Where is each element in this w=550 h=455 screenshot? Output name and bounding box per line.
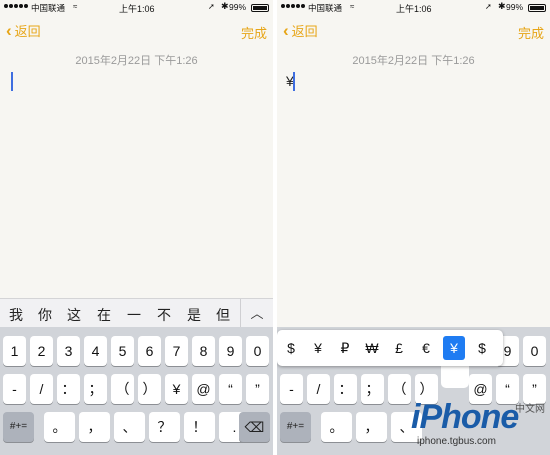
status-bar: 中国联通 ≈ 上午1:06 ➚ ✱ 99% [0, 0, 273, 15]
key-3[interactable]: 3 [57, 336, 80, 366]
back-label: 返回 [291, 24, 318, 39]
key-question[interactable]: ？ [149, 412, 180, 442]
watermark-cn: 中文网 [515, 404, 545, 415]
candidate-word[interactable]: 在 [97, 305, 111, 325]
key-0[interactable]: 0 [523, 336, 546, 366]
nav-bar: ‹ 返回 完成 [0, 18, 273, 44]
right-screen: 中国联通 ≈ 上午1:06 ➚ ✱ 99% ‹ 返回 完成 2015年2月22日… [277, 0, 550, 455]
key-9[interactable]: 9 [219, 336, 242, 366]
symbol-dollar[interactable]: $ [280, 336, 302, 360]
key-slash[interactable]: / [30, 374, 53, 404]
candidate-word[interactable]: 一 [127, 305, 141, 325]
signal-icon [281, 4, 305, 8]
watermark: iPhone 中文网 iphone.tgbus.com [397, 398, 547, 452]
battery-icon [251, 4, 269, 12]
key-colon[interactable]: ： [57, 374, 80, 404]
key-0[interactable]: 0 [246, 336, 269, 366]
candidate-word[interactable]: 这 [67, 305, 81, 325]
battery-percent: 99% [229, 2, 247, 12]
symbol-dollar[interactable]: $ [471, 336, 493, 360]
symbol-yen-selected[interactable]: ¥ [443, 336, 465, 360]
signal-icon [4, 4, 28, 8]
key-6[interactable]: 6 [138, 336, 161, 366]
key-4[interactable]: 4 [84, 336, 107, 366]
symbol-won[interactable]: ₩ [361, 336, 383, 360]
text-cursor [293, 72, 295, 91]
status-time: 上午1:06 [396, 4, 432, 14]
key-period-cn[interactable]: 。 [321, 412, 352, 442]
key-semicolon[interactable]: ； [361, 374, 384, 404]
back-button[interactable]: ‹ 返回 [6, 21, 41, 40]
symbol-mode-key[interactable]: #+= [280, 412, 311, 442]
key-hyphen[interactable]: - [3, 374, 26, 404]
key-slash[interactable]: / [307, 374, 330, 404]
key-at[interactable]: @ [192, 374, 215, 404]
candidate-word[interactable]: 但 [216, 305, 230, 325]
chevron-left-icon: ‹ [6, 21, 12, 40]
key-period-cn[interactable]: 。 [44, 412, 75, 442]
symbol-yen[interactable]: ¥ [307, 336, 329, 360]
candidate-word[interactable]: 你 [38, 305, 52, 325]
key-5[interactable]: 5 [111, 336, 134, 366]
wifi-icon: ≈ [73, 2, 78, 11]
bluetooth-icon: ✱ [498, 1, 506, 11]
status-time: 上午1:06 [119, 4, 155, 14]
candidate-word[interactable]: 我 [9, 305, 23, 325]
key-yen[interactable]: ¥ [165, 374, 188, 404]
currency-popup: $ ¥ ₽ ₩ £ € ¥ $ [277, 330, 503, 366]
done-button[interactable]: 完成 [518, 23, 544, 42]
popup-stem [441, 364, 469, 388]
bluetooth-icon: ✱ [221, 1, 229, 11]
key-comma-cn[interactable]: ， [79, 412, 110, 442]
chevron-left-icon: ‹ [283, 21, 289, 40]
status-bar: 中国联通 ≈ 上午1:06 ➚ ✱ 99% [277, 0, 550, 15]
text-cursor [11, 72, 13, 91]
symbol-pound[interactable]: £ [388, 336, 410, 360]
candidate-bar: 我 你 这 在 一 不 是 但 ︿ [0, 298, 273, 328]
symbol-mode-key[interactable]: #+= [3, 412, 34, 442]
key-8[interactable]: 8 [192, 336, 215, 366]
key-hyphen[interactable]: - [280, 374, 303, 404]
note-date: 2015年2月22日 下午1:26 [352, 55, 475, 67]
key-enum-comma[interactable]: 、 [114, 412, 145, 442]
back-label: 返回 [14, 24, 41, 39]
candidate-word[interactable]: 不 [157, 305, 171, 325]
battery-percent: 99% [506, 2, 524, 12]
expand-candidates-button[interactable]: ︿ [240, 299, 273, 328]
carrier-label: 中国联通 [308, 3, 343, 13]
key-right-quote[interactable]: ” [246, 374, 269, 404]
key-7[interactable]: 7 [165, 336, 188, 366]
battery-icon [528, 4, 546, 12]
key-1[interactable]: 1 [3, 336, 26, 366]
key-right-paren[interactable]: ） [138, 374, 161, 404]
note-date: 2015年2月22日 下午1:26 [75, 55, 198, 67]
done-button[interactable]: 完成 [241, 23, 267, 42]
carrier-label: 中国联通 [31, 3, 66, 13]
symbol-euro[interactable]: € [415, 336, 437, 360]
wifi-icon: ≈ [350, 2, 355, 11]
key-2[interactable]: 2 [30, 336, 53, 366]
key-left-quote[interactable]: “ [219, 374, 242, 404]
key-left-paren[interactable]: （ [111, 374, 134, 404]
location-icon: ➚ [485, 2, 492, 11]
delete-key[interactable]: ⌫ [239, 412, 270, 442]
watermark-url: iphone.tgbus.com [417, 436, 496, 447]
key-comma-cn[interactable]: ， [356, 412, 387, 442]
left-screen: 中国联通 ≈ 上午1:06 ➚ ✱ 99% ‹ 返回 完成 2015年2月22日… [0, 0, 273, 455]
key-colon[interactable]: ： [334, 374, 357, 404]
back-button[interactable]: ‹ 返回 [283, 21, 318, 40]
nav-bar: ‹ 返回 完成 [277, 18, 550, 44]
watermark-logo: iPhone [411, 398, 519, 436]
candidate-word[interactable]: 是 [187, 305, 201, 325]
symbol-ruble[interactable]: ₽ [334, 336, 356, 360]
key-semicolon[interactable]: ； [84, 374, 107, 404]
location-icon: ➚ [208, 2, 215, 11]
keyboard: 1 2 3 4 5 6 7 8 9 0 - / ： ； （ ） ¥ @ “ ” … [0, 327, 273, 455]
key-exclaim[interactable]: ！ [184, 412, 215, 442]
